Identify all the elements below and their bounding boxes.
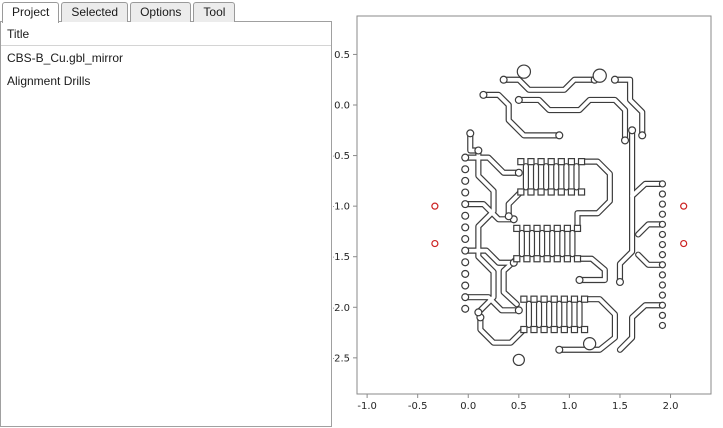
project-panel: Project Selected Options Tool Title CBS-… bbox=[0, 0, 333, 428]
svg-text:0.0: 0.0 bbox=[460, 401, 476, 412]
svg-text:-0.5: -0.5 bbox=[333, 151, 350, 162]
pcb-plot-canvas[interactable]: -1.0 -0.5 0.0 0.5 1.0 1.5 2.0 0.5 0.0 -0.5 -1.0 -1.… bbox=[333, 0, 723, 428]
svg-text:0.0: 0.0 bbox=[334, 101, 350, 112]
tab-options[interactable]: Options bbox=[130, 2, 191, 22]
tab-bar: Project Selected Options Tool bbox=[0, 0, 333, 22]
tab-tool[interactable]: Tool bbox=[193, 2, 235, 22]
svg-text:-2.0: -2.0 bbox=[333, 303, 350, 314]
flatcam-window: Project Selected Options Tool Title CBS-… bbox=[0, 0, 723, 428]
tab-selected[interactable]: Selected bbox=[61, 2, 128, 22]
svg-text:2.0: 2.0 bbox=[663, 401, 679, 412]
svg-text:-0.5: -0.5 bbox=[408, 401, 428, 412]
svg-text:-1.0: -1.0 bbox=[333, 202, 350, 213]
list-header-title[interactable]: Title bbox=[1, 22, 331, 46]
project-list: Title CBS-B_Cu.gbl_mirror Alignment Dril… bbox=[0, 21, 332, 427]
tab-project[interactable]: Project bbox=[2, 2, 59, 23]
svg-text:-1.5: -1.5 bbox=[333, 252, 350, 263]
svg-text:1.0: 1.0 bbox=[561, 401, 577, 412]
svg-text:0.5: 0.5 bbox=[511, 401, 527, 412]
list-item-drills[interactable]: Alignment Drills bbox=[1, 69, 331, 92]
svg-text:0.5: 0.5 bbox=[334, 50, 350, 61]
svg-text:-1.0: -1.0 bbox=[357, 401, 377, 412]
svg-text:1.5: 1.5 bbox=[612, 401, 628, 412]
svg-text:-2.5: -2.5 bbox=[333, 353, 350, 364]
plot-panel: -1.0 -0.5 0.0 0.5 1.0 1.5 2.0 0.5 0.0 -0.5 -1.0 -1.… bbox=[333, 0, 723, 428]
list-item-gerber[interactable]: CBS-B_Cu.gbl_mirror bbox=[1, 46, 331, 69]
